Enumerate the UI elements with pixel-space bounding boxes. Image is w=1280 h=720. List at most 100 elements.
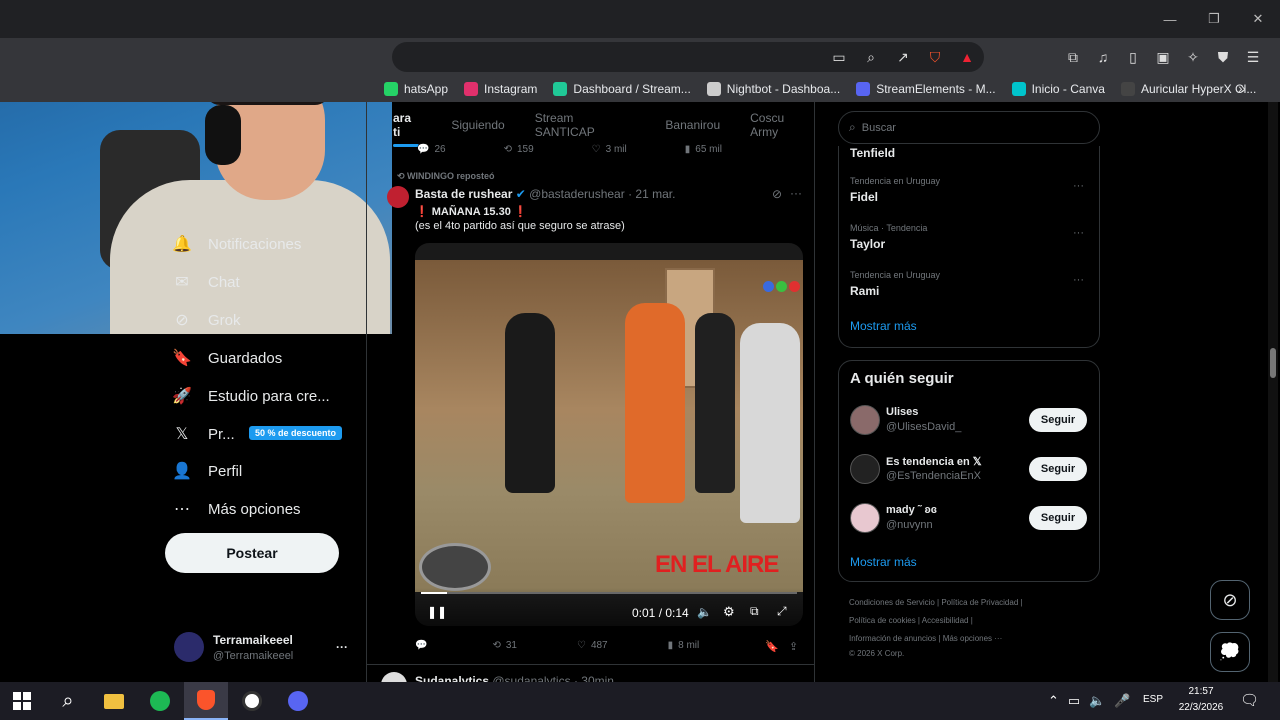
next-post-time[interactable]: · 30min bbox=[574, 674, 614, 682]
post-more-icon[interactable]: ··· bbox=[790, 186, 802, 200]
post-button[interactable]: Postear bbox=[165, 533, 339, 573]
follow-name[interactable]: Es tendencia en 𝕏 bbox=[886, 455, 982, 468]
share-icon[interactable]: ↗ bbox=[892, 46, 914, 68]
trend-top[interactable]: Tenfield bbox=[850, 146, 895, 160]
zoom-icon[interactable]: ⌕ bbox=[860, 46, 882, 68]
start-button[interactable] bbox=[0, 682, 44, 720]
reply-button[interactable]: 💬 bbox=[415, 640, 432, 651]
like-button[interactable]: ♡ 487 bbox=[577, 640, 608, 651]
bookmarks-overflow-icon[interactable]: » bbox=[1238, 80, 1246, 96]
share-icon[interactable]: ⇪ bbox=[789, 640, 798, 653]
grok-explain-icon[interactable]: ⊘ bbox=[772, 187, 782, 201]
wallet-icon[interactable]: ▣ bbox=[1152, 46, 1174, 68]
next-post-handle[interactable]: @sudanalytics bbox=[492, 674, 570, 682]
follow-avatar[interactable] bbox=[850, 503, 880, 533]
nav-item-pr[interactable]: 𝕏 Pr... bbox=[172, 424, 235, 444]
next-post-avatar[interactable] bbox=[381, 672, 407, 682]
follow-handle[interactable]: @EsTendenciaEnX bbox=[886, 470, 981, 482]
chat-float-icon[interactable]: 💭 bbox=[1210, 632, 1250, 672]
footer-line2[interactable]: Política de cookies | Accesibilidad | bbox=[849, 616, 973, 625]
trend-name[interactable]: Fidel bbox=[850, 190, 878, 204]
bookmark-icon[interactable]: 🔖 bbox=[765, 640, 779, 653]
follow-handle[interactable]: @UlisesDavid_ bbox=[886, 421, 961, 433]
post-time[interactable]: · 21 mar. bbox=[628, 187, 675, 201]
timeline-tab[interactable]: Bananirou bbox=[665, 118, 720, 132]
pause-icon[interactable]: ❚❚ bbox=[427, 605, 447, 619]
follow-handle[interactable]: @nuvynn bbox=[886, 519, 933, 531]
post-author[interactable]: Basta de rushear bbox=[415, 187, 512, 201]
prev-like-button[interactable]: ♡ 3 mil bbox=[592, 144, 627, 155]
search-box[interactable]: ⌕ Buscar bbox=[838, 111, 1100, 144]
language-indicator[interactable]: ESP bbox=[1143, 694, 1163, 705]
discord-icon[interactable] bbox=[276, 682, 320, 720]
footer-line1[interactable]: Condiciones de Servicio | Política de Pr… bbox=[849, 598, 1023, 607]
post-avatar[interactable] bbox=[387, 186, 409, 208]
bookmark-item[interactable]: Dashboard / Stream... bbox=[553, 82, 691, 96]
video-progress-track[interactable] bbox=[421, 592, 797, 594]
nav-item-chat[interactable]: ✉ Chat bbox=[172, 272, 239, 292]
follow-button[interactable]: Seguir bbox=[1029, 457, 1087, 481]
follow-show-more[interactable]: Mostrar más bbox=[850, 555, 917, 569]
trend-more-icon[interactable]: ··· bbox=[1073, 227, 1084, 239]
nav-item-notificaciones[interactable]: 🔔 Notificaciones bbox=[172, 234, 301, 254]
next-post-author[interactable]: Sudanalytics bbox=[415, 674, 489, 682]
settings-icon[interactable]: ⚙ bbox=[723, 604, 735, 620]
prev-reply-button[interactable]: 💬 26 bbox=[417, 144, 446, 155]
bookmark-item[interactable]: Instagram bbox=[464, 82, 537, 96]
trend-more-icon[interactable]: ··· bbox=[1073, 180, 1084, 192]
repost-button[interactable]: ⟲ 31 bbox=[492, 640, 517, 651]
trend-more-icon[interactable]: ··· bbox=[1073, 274, 1084, 286]
volume-icon[interactable]: 🔈 bbox=[697, 605, 712, 619]
music-icon[interactable]: ♫ bbox=[1092, 46, 1114, 68]
file-explorer-icon[interactable] bbox=[92, 682, 136, 720]
timeline-tab[interactable]: Siguiendo bbox=[451, 118, 504, 132]
prev-repost-button[interactable]: ⟲ 159 bbox=[504, 144, 534, 155]
network-icon[interactable]: ▭ bbox=[1068, 693, 1080, 709]
sidebar-icon[interactable]: ▯ bbox=[1122, 46, 1144, 68]
avatar[interactable] bbox=[174, 632, 204, 662]
clock-time[interactable]: 21:57 bbox=[1176, 686, 1226, 697]
bookmark-item[interactable]: Inicio - Canva bbox=[1011, 82, 1105, 96]
premium-discount-badge[interactable]: 50 % de descuento bbox=[249, 426, 343, 440]
notifications-icon[interactable]: 🗨 bbox=[1240, 691, 1259, 709]
bookmark-item[interactable]: hatsApp bbox=[384, 82, 448, 96]
timeline-tab[interactable]: ara ti bbox=[393, 111, 421, 139]
brave-taskbar-icon[interactable] bbox=[184, 682, 228, 720]
spotify-icon[interactable] bbox=[138, 682, 182, 720]
follow-button[interactable]: Seguir bbox=[1029, 506, 1087, 530]
microphone-icon[interactable]: 🎤 bbox=[1114, 693, 1130, 709]
page-scrollbar[interactable] bbox=[1268, 102, 1278, 682]
volume-tray-icon[interactable]: 🔈 bbox=[1089, 693, 1105, 709]
follow-avatar[interactable] bbox=[850, 454, 880, 484]
vpn-icon[interactable]: ⛊ bbox=[1212, 46, 1234, 68]
tray-chevron-icon[interactable]: ⌃ bbox=[1048, 693, 1059, 709]
obs-icon[interactable] bbox=[230, 682, 274, 720]
follow-avatar[interactable] bbox=[850, 405, 880, 435]
trend-name[interactable]: Rami bbox=[850, 284, 879, 298]
views-button[interactable]: ▮ 8 mil bbox=[668, 640, 700, 651]
close-button[interactable]: ✕ bbox=[1236, 0, 1280, 38]
tab-search-icon[interactable]: ⧉ bbox=[1062, 46, 1084, 68]
clock-date[interactable]: 22/3/2026 bbox=[1170, 702, 1232, 713]
search-taskbar-icon[interactable]: ⌕ bbox=[46, 682, 90, 720]
nav-item-grok[interactable]: ⊘ Grok bbox=[172, 310, 240, 330]
fullscreen-icon[interactable]: ⤢ bbox=[777, 604, 787, 619]
bookmark-item[interactable]: StreamElements - M... bbox=[856, 82, 996, 96]
brave-rewards-icon[interactable]: ▲ bbox=[956, 46, 978, 68]
menu-icon[interactable]: ☰ bbox=[1242, 46, 1264, 68]
timeline-tab[interactable]: Coscu Army bbox=[750, 111, 814, 139]
scrollbar-thumb[interactable] bbox=[1270, 348, 1276, 378]
nav-item-guardados[interactable]: 🔖 Guardados bbox=[172, 348, 282, 368]
post-handle[interactable]: @bastaderushear bbox=[529, 187, 625, 201]
follow-button[interactable]: Seguir bbox=[1029, 408, 1087, 432]
repost-note[interactable]: ⟲ WINDINGO reposteó bbox=[397, 171, 495, 182]
follow-name[interactable]: mady ˜ ʚɞ bbox=[886, 504, 937, 516]
account-menu-icon[interactable]: ··· bbox=[336, 640, 348, 654]
video-player[interactable]: EN EL AIRE ❚❚ 0:01 / 0:14 🔈 ⚙ ⧉ ⤢ bbox=[415, 243, 803, 626]
maximize-button[interactable]: ❐ bbox=[1192, 0, 1236, 38]
bookmark-item[interactable]: Auricular HyperX Cl... bbox=[1120, 82, 1256, 96]
bookmark-item[interactable]: Nightbot - Dashboa... bbox=[706, 82, 840, 96]
leo-icon[interactable]: ✧ bbox=[1182, 46, 1204, 68]
follow-name[interactable]: Ulises bbox=[886, 406, 918, 418]
nav-item-perfil[interactable]: 👤 Perfil bbox=[172, 461, 242, 481]
